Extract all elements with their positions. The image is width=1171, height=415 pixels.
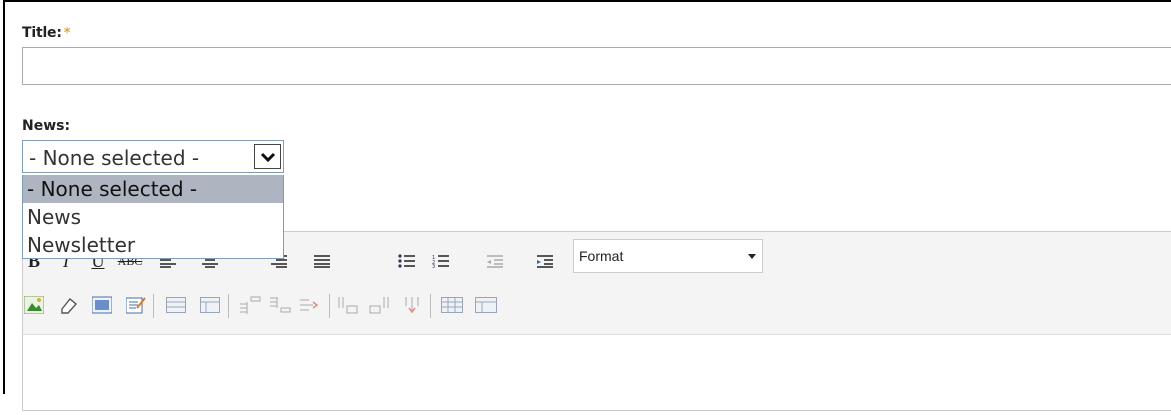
cleanup-icon[interactable] <box>57 294 79 316</box>
insert-row-before-icon[interactable] <box>239 294 261 316</box>
table-cell-props-icon[interactable] <box>199 294 221 316</box>
news-dropdown-list: - None selected - News Newsletter <box>22 175 284 259</box>
required-mark: * <box>63 26 71 41</box>
table-row-props-icon[interactable] <box>165 294 187 316</box>
dropdown-option-news[interactable]: News <box>23 203 283 231</box>
title-input[interactable] <box>22 47 1171 85</box>
title-label: Title: * <box>22 25 71 41</box>
delete-row-icon[interactable] <box>299 294 321 316</box>
insert-col-after-icon[interactable] <box>369 294 391 316</box>
insert-row-after-icon[interactable] <box>269 294 291 316</box>
insert-col-before-icon[interactable] <box>337 294 359 316</box>
news-select[interactable]: - None selected - <box>22 140 284 173</box>
format-select[interactable]: Format <box>573 239 763 273</box>
svg-text:3: 3 <box>432 264 435 268</box>
caret-down-icon <box>748 254 756 259</box>
code-icon[interactable] <box>91 294 113 316</box>
edit-icon[interactable] <box>125 294 147 316</box>
dropdown-option-newsletter[interactable]: Newsletter <box>23 231 283 259</box>
bullet-list-icon[interactable] <box>396 250 418 272</box>
toolbar-separator <box>153 294 154 318</box>
toolbar-separator <box>430 294 431 318</box>
toolbar-separator <box>329 294 330 318</box>
merge-cells-icon[interactable] <box>475 294 497 316</box>
news-label: News: <box>22 118 71 134</box>
dropdown-option-none[interactable]: - None selected - <box>23 175 283 203</box>
format-select-value: Format <box>579 248 624 264</box>
title-label-text: Title: <box>22 25 62 41</box>
align-justify-icon[interactable] <box>311 250 333 272</box>
numbered-list-icon[interactable]: 123 <box>430 250 452 272</box>
toolbar-separator <box>228 294 229 318</box>
delete-col-icon[interactable] <box>401 294 423 316</box>
chevron-down-icon[interactable] <box>254 144 281 169</box>
editor-content-area[interactable] <box>23 335 1171 415</box>
image-icon[interactable] <box>23 294 45 316</box>
news-select-value: - None selected - <box>29 146 200 170</box>
split-cells-icon[interactable] <box>441 294 463 316</box>
outdent-icon[interactable] <box>484 250 506 272</box>
indent-icon[interactable] <box>534 250 556 272</box>
